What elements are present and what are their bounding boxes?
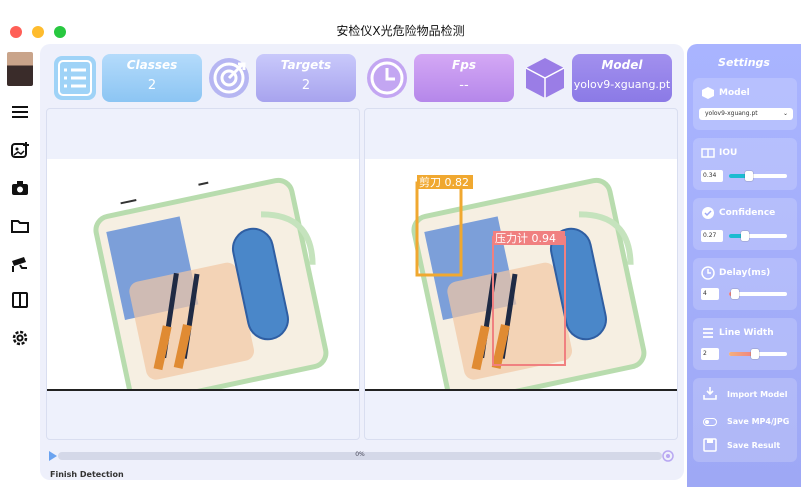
iou-spinbox[interactable]: 0.34: [701, 170, 723, 182]
result-image-panel: 剪刀 0.82 压力计 0.94: [364, 108, 678, 440]
original-image-panel: [46, 108, 360, 440]
stop-icon[interactable]: [662, 450, 674, 462]
window-title: 安检仪X光危险物品检测: [336, 24, 465, 38]
line-width-spinbox[interactable]: 2: [701, 348, 719, 360]
delay-setting: Delay(ms) 4: [693, 258, 797, 310]
line-width-label: Line Width: [719, 328, 774, 338]
classes-card: Classes 2: [102, 54, 202, 102]
progress-text: 0%: [355, 451, 365, 458]
model-value: yolov9-xguang.pt: [573, 78, 671, 91]
clock-icon: [701, 266, 715, 280]
confidence-label: Confidence: [719, 208, 776, 218]
classes-label: Classes: [126, 58, 178, 72]
detection-label-manometer: 压力计 0.94: [495, 232, 556, 245]
clock-icon: [367, 58, 407, 98]
delay-slider[interactable]: [729, 289, 787, 299]
model-setting: Model yolov9-xguang.pt ⌄: [693, 78, 797, 130]
chevron-down-icon: ⌄: [782, 110, 788, 117]
left-sidebar: [0, 44, 40, 487]
save-result-button[interactable]: Save Result: [727, 441, 780, 450]
folder-open-icon[interactable]: [10, 216, 30, 236]
play-icon[interactable]: [48, 450, 58, 462]
targets-label: Targets: [280, 58, 332, 72]
fps-card: Fps --: [414, 54, 514, 102]
gear-icon[interactable]: [10, 328, 30, 348]
original-xray-image: [47, 159, 359, 406]
status-text: Finish Detection: [50, 470, 124, 479]
camera-icon[interactable]: [10, 178, 30, 198]
xray-bag-graphic: [93, 177, 329, 406]
save-mp4-label: Save MP4/JPG: [727, 417, 790, 426]
delay-spinbox[interactable]: 4: [701, 288, 719, 300]
save-icon: [703, 438, 717, 452]
fps-label: Fps: [452, 58, 476, 72]
split-view-icon[interactable]: [10, 290, 30, 310]
fps-value: --: [459, 78, 469, 93]
line-width-slider[interactable]: [729, 349, 787, 359]
targets-value: 2: [301, 78, 311, 93]
classes-value: 2: [147, 78, 157, 93]
delay-slider-knob[interactable]: [731, 289, 739, 299]
model-setting-label: Model: [719, 88, 750, 98]
iou-slider[interactable]: [729, 171, 787, 181]
list-icon: [54, 56, 96, 100]
settings-panel: Settings Model yolov9-xguang.pt ⌄ IOU 0.…: [687, 44, 801, 487]
xray-bag-detected-graphic: 剪刀 0.82 压力计 0.94: [411, 175, 647, 406]
line-width-setting: Line Width 2: [693, 318, 797, 370]
check-circle-icon: [702, 207, 714, 219]
progress-bar[interactable]: 0%: [58, 451, 662, 460]
model-label: Model: [601, 58, 643, 72]
line-width-icon: [703, 328, 713, 338]
confidence-spinbox[interactable]: 0.27: [701, 230, 723, 242]
iou-label: IOU: [719, 148, 738, 158]
model-select-value: yolov9-xguang.pt: [705, 110, 758, 117]
title-bar: 安检仪X光危险物品检测: [0, 0, 801, 44]
cube-icon: [525, 58, 565, 98]
avatar: [7, 52, 33, 86]
actions-box: Import Model Save MP4/JPG Save Result: [693, 378, 797, 462]
cube-icon: [702, 87, 714, 99]
model-select[interactable]: yolov9-xguang.pt ⌄: [699, 108, 793, 120]
import-model-button[interactable]: Import Model: [727, 390, 787, 399]
settings-title: Settings: [718, 56, 770, 69]
save-toggle[interactable]: [703, 418, 717, 426]
line-width-slider-knob[interactable]: [751, 349, 759, 359]
iou-setting: IOU 0.34: [693, 138, 797, 190]
target-icon: [209, 58, 249, 98]
cctv-icon[interactable]: [10, 254, 30, 274]
confidence-slider[interactable]: [729, 231, 787, 241]
confidence-setting: Confidence 0.27: [693, 198, 797, 250]
menu-icon[interactable]: [10, 102, 30, 122]
model-card: Model yolov9-xguang.pt: [572, 54, 672, 102]
detection-label-scissors: 剪刀 0.82: [419, 175, 469, 189]
targets-card: Targets 2: [256, 54, 356, 102]
iou-slider-knob[interactable]: [745, 171, 753, 181]
image-add-icon[interactable]: [10, 140, 30, 160]
result-xray-image: 剪刀 0.82 压力计 0.94: [365, 159, 677, 406]
import-icon: [703, 387, 717, 400]
main-panel: Classes 2 Targets 2 Fps -- Model yolov9-…: [40, 44, 684, 480]
iou-icon: [701, 148, 715, 158]
confidence-slider-knob[interactable]: [741, 231, 749, 241]
delay-label: Delay(ms): [719, 268, 771, 278]
